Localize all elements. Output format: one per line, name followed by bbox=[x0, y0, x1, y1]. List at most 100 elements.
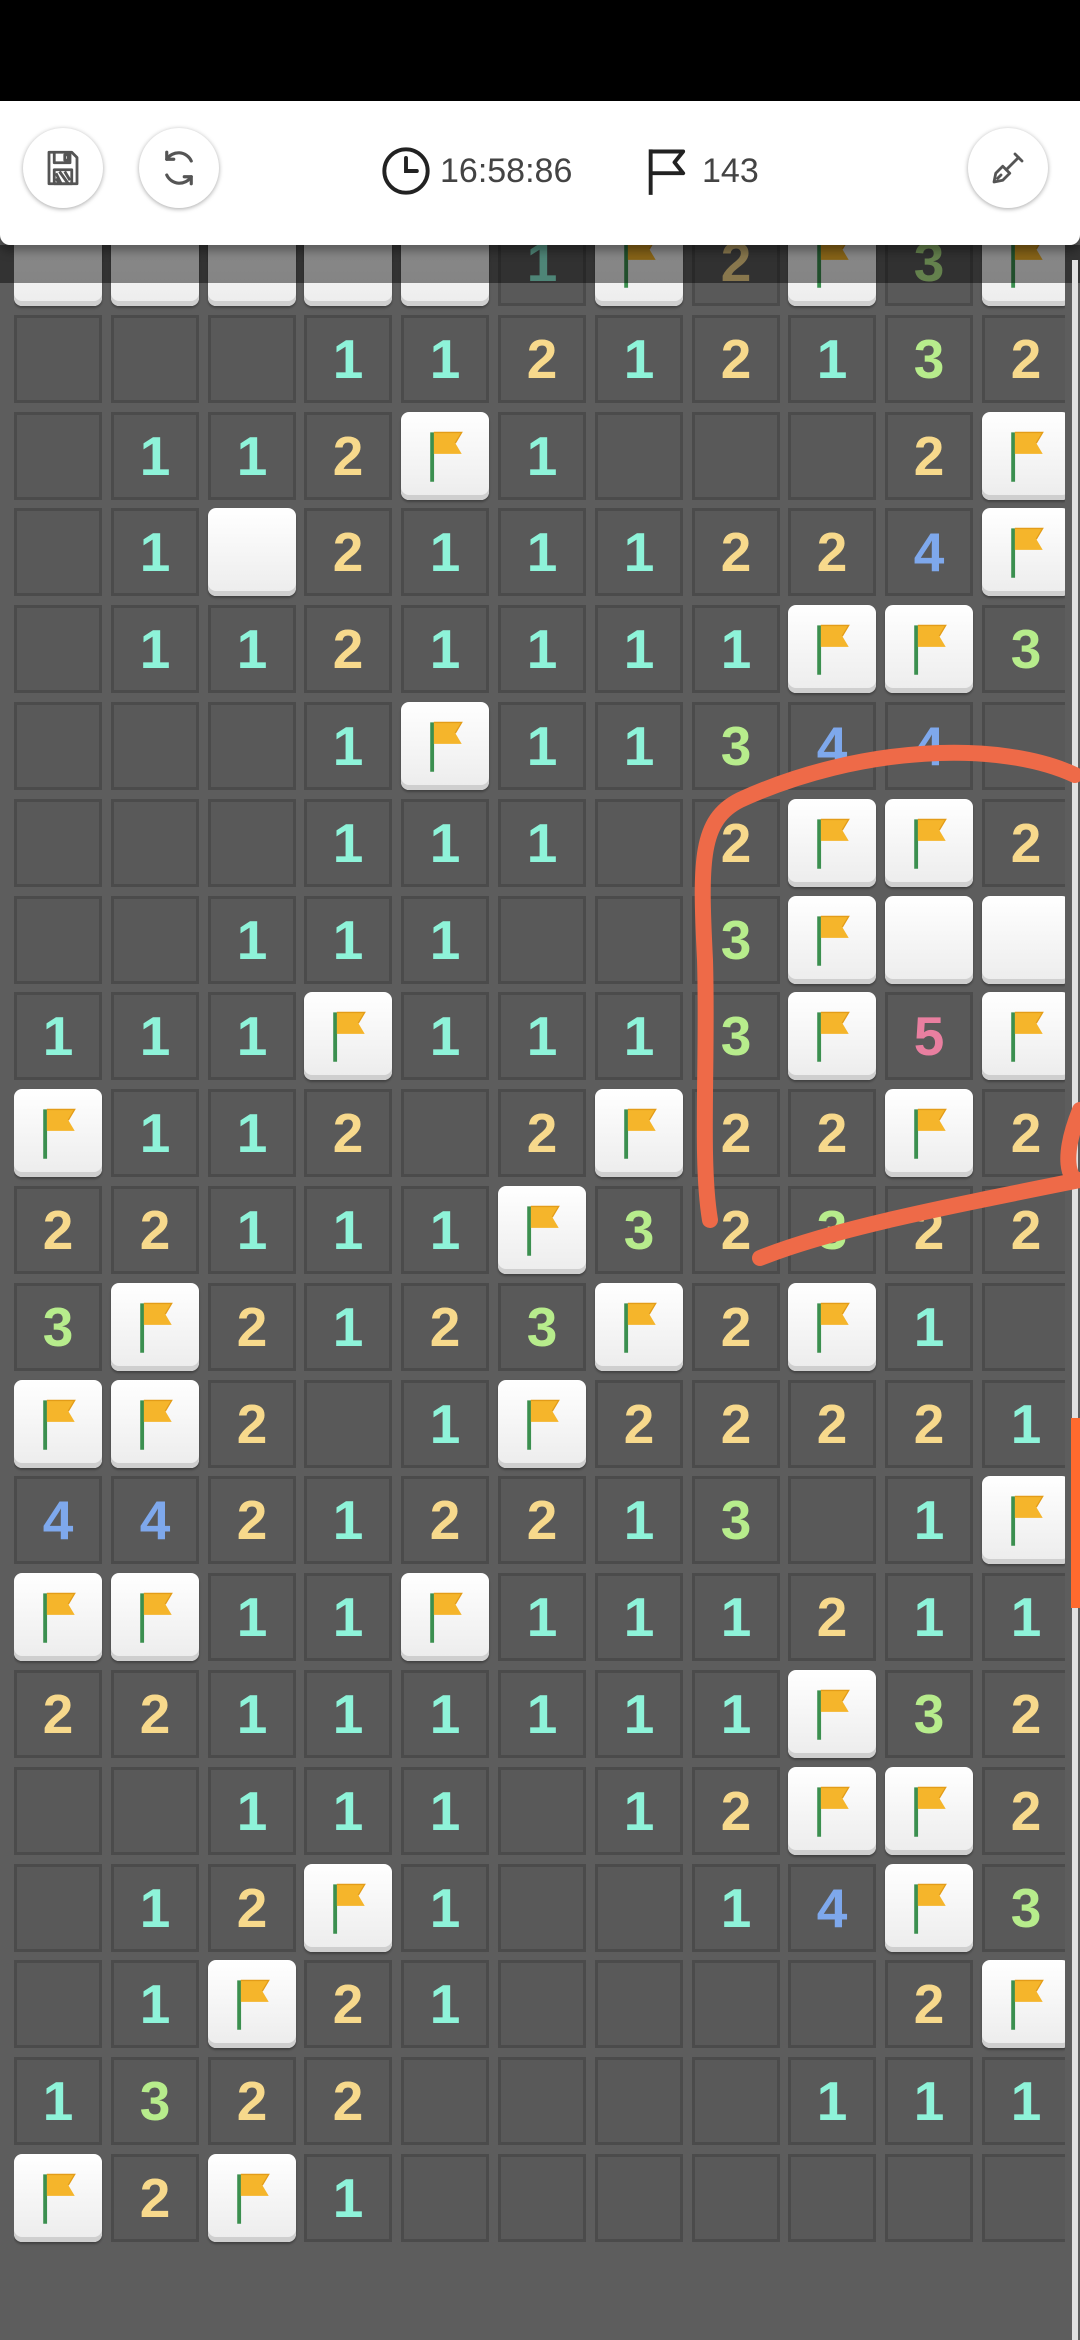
cell-number[interactable]: 2 bbox=[498, 1476, 586, 1564]
cell-number[interactable]: 1 bbox=[111, 1864, 199, 1952]
cell-number[interactable]: 1 bbox=[208, 896, 296, 984]
cell-flagged[interactable] bbox=[982, 508, 1065, 596]
cell-number[interactable]: 2 bbox=[982, 799, 1065, 887]
scrollbar-track[interactable] bbox=[1072, 260, 1078, 2340]
cell-number[interactable]: 2 bbox=[304, 412, 392, 500]
cell-number[interactable]: 2 bbox=[982, 1186, 1065, 1274]
cell-number[interactable]: 3 bbox=[982, 605, 1065, 693]
cell-number[interactable]: 1 bbox=[788, 2057, 876, 2145]
scrollbar-thumb[interactable] bbox=[1071, 1418, 1080, 1608]
cell-number[interactable]: 2 bbox=[111, 2154, 199, 2242]
cell-number[interactable]: 2 bbox=[788, 1089, 876, 1177]
cell-number[interactable]: 2 bbox=[982, 315, 1065, 403]
cell-number[interactable]: 1 bbox=[692, 1670, 780, 1758]
cell-number[interactable]: 1 bbox=[788, 315, 876, 403]
cell-number[interactable]: 1 bbox=[885, 2057, 973, 2145]
cell-number[interactable]: 4 bbox=[788, 1864, 876, 1952]
cell-number[interactable]: 3 bbox=[982, 1864, 1065, 1952]
cell-number[interactable]: 1 bbox=[498, 605, 586, 693]
cell-number[interactable]: 1 bbox=[304, 1283, 392, 1371]
cell-number[interactable]: 2 bbox=[692, 508, 780, 596]
cell-empty[interactable] bbox=[14, 508, 102, 596]
cell-number[interactable]: 1 bbox=[208, 1089, 296, 1177]
cell-number[interactable]: 1 bbox=[111, 412, 199, 500]
cell-empty[interactable] bbox=[788, 1476, 876, 1564]
cell-number[interactable]: 3 bbox=[885, 315, 973, 403]
cell-empty[interactable] bbox=[595, 2154, 683, 2242]
restart-button[interactable] bbox=[139, 128, 219, 208]
cell-unrevealed[interactable] bbox=[208, 508, 296, 596]
cell-number[interactable]: 1 bbox=[885, 1476, 973, 1564]
cell-number[interactable]: 1 bbox=[111, 605, 199, 693]
cell-number[interactable]: 1 bbox=[304, 1186, 392, 1274]
cell-flagged[interactable] bbox=[788, 1670, 876, 1758]
cell-number[interactable]: 2 bbox=[111, 1670, 199, 1758]
cell-number[interactable]: 2 bbox=[692, 1380, 780, 1468]
cell-empty[interactable] bbox=[14, 605, 102, 693]
minesweeper-board[interactable]: 1231121213211212121112241121111311134411… bbox=[14, 245, 1065, 2340]
save-button[interactable] bbox=[23, 128, 103, 208]
cell-number[interactable]: 1 bbox=[595, 1476, 683, 1564]
cell-number[interactable]: 1 bbox=[304, 1573, 392, 1661]
cell-number[interactable]: 3 bbox=[692, 992, 780, 1080]
cell-number[interactable]: 1 bbox=[14, 992, 102, 1080]
cell-empty[interactable] bbox=[498, 2057, 586, 2145]
cell-number[interactable]: 2 bbox=[692, 1283, 780, 1371]
cell-number[interactable]: 1 bbox=[595, 315, 683, 403]
cell-empty[interactable] bbox=[14, 315, 102, 403]
cell-flagged[interactable] bbox=[111, 1380, 199, 1468]
cell-empty[interactable] bbox=[14, 1864, 102, 1952]
cell-number[interactable]: 4 bbox=[885, 702, 973, 790]
cell-number[interactable]: 1 bbox=[208, 1573, 296, 1661]
cell-number[interactable]: 1 bbox=[692, 1573, 780, 1661]
cell-number[interactable]: 1 bbox=[401, 1186, 489, 1274]
cell-number[interactable]: 3 bbox=[788, 1186, 876, 1274]
cell-empty[interactable] bbox=[401, 2057, 489, 2145]
cell-flagged[interactable] bbox=[982, 245, 1065, 306]
cell-flagged[interactable] bbox=[885, 1089, 973, 1177]
cell-empty[interactable] bbox=[498, 896, 586, 984]
cell-flagged[interactable] bbox=[982, 412, 1065, 500]
cell-flagged[interactable] bbox=[401, 702, 489, 790]
cell-flagged[interactable] bbox=[885, 605, 973, 693]
cell-flagged[interactable] bbox=[498, 1380, 586, 1468]
cell-empty[interactable] bbox=[788, 2154, 876, 2242]
cell-empty[interactable] bbox=[401, 1089, 489, 1177]
cell-number[interactable]: 1 bbox=[14, 2057, 102, 2145]
cell-flagged[interactable] bbox=[788, 1283, 876, 1371]
cell-number[interactable]: 1 bbox=[304, 1476, 392, 1564]
cell-empty[interactable] bbox=[111, 1767, 199, 1855]
cell-number[interactable]: 1 bbox=[885, 1573, 973, 1661]
cell-empty[interactable] bbox=[788, 412, 876, 500]
cell-number[interactable]: 3 bbox=[111, 2057, 199, 2145]
cell-number[interactable]: 1 bbox=[401, 315, 489, 403]
cell-unrevealed[interactable] bbox=[111, 245, 199, 306]
cell-number[interactable]: 1 bbox=[401, 1960, 489, 2048]
cell-number[interactable]: 2 bbox=[14, 1186, 102, 1274]
cell-flagged[interactable] bbox=[14, 1573, 102, 1661]
cell-empty[interactable] bbox=[595, 2057, 683, 2145]
cell-number[interactable]: 3 bbox=[692, 702, 780, 790]
cell-number[interactable]: 1 bbox=[982, 1380, 1065, 1468]
cell-empty[interactable] bbox=[788, 1960, 876, 2048]
cell-empty[interactable] bbox=[14, 896, 102, 984]
cell-empty[interactable] bbox=[208, 799, 296, 887]
cell-empty[interactable] bbox=[304, 1380, 392, 1468]
cell-flagged[interactable] bbox=[885, 799, 973, 887]
cell-empty[interactable] bbox=[14, 1767, 102, 1855]
cell-number[interactable]: 1 bbox=[304, 1670, 392, 1758]
cell-number[interactable]: 1 bbox=[498, 412, 586, 500]
cell-empty[interactable] bbox=[14, 412, 102, 500]
cell-number[interactable]: 2 bbox=[401, 1283, 489, 1371]
cell-empty[interactable] bbox=[692, 2154, 780, 2242]
cell-empty[interactable] bbox=[14, 1960, 102, 2048]
cell-number[interactable]: 2 bbox=[982, 1670, 1065, 1758]
cell-number[interactable]: 2 bbox=[304, 605, 392, 693]
cell-flagged[interactable] bbox=[982, 992, 1065, 1080]
cell-number[interactable]: 2 bbox=[692, 1767, 780, 1855]
cell-number[interactable]: 1 bbox=[595, 1573, 683, 1661]
cell-number[interactable]: 2 bbox=[788, 508, 876, 596]
cell-number[interactable]: 1 bbox=[208, 412, 296, 500]
cell-number[interactable]: 2 bbox=[788, 1380, 876, 1468]
cell-unrevealed[interactable] bbox=[208, 245, 296, 306]
